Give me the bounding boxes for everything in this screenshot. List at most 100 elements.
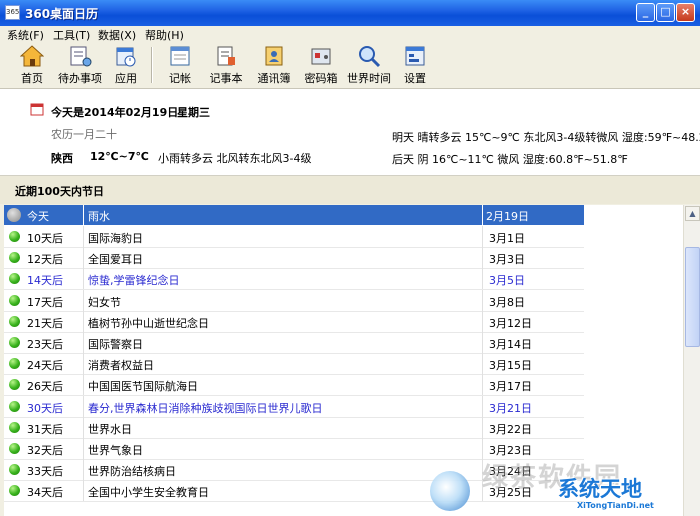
title-bar[interactable]: 365 360桌面日历 _ □ ×	[0, 0, 700, 26]
toolbar-separator	[151, 47, 153, 83]
toolbar-notepad-button[interactable]: 记事本	[208, 44, 244, 86]
column-divider	[83, 459, 84, 481]
column-divider	[83, 226, 84, 247]
toolbar-ledger-button[interactable]: 记帐	[166, 44, 194, 86]
toolbar-todo-label: 待办事项	[58, 72, 102, 85]
toolbar-contacts-label: 通讯簿	[257, 72, 291, 85]
scroll-thumb[interactable]	[685, 247, 700, 347]
row-holiday-name: 消费者权益日	[88, 359, 154, 373]
toolbar-apps-button[interactable]: 应用	[112, 44, 140, 86]
column-divider	[83, 353, 84, 375]
column-divider	[83, 247, 84, 269]
watermark-url: XiTongTianDi.net	[577, 501, 654, 510]
toolbar-world-time-button[interactable]: 世界时间	[347, 44, 391, 86]
column-divider	[482, 374, 483, 396]
row-holiday-name: 全国中小学生安全教育日	[88, 486, 209, 500]
scroll-up-button[interactable]: ▲	[685, 206, 700, 221]
table-row[interactable]: 31天后 世界水日 3月22日	[4, 416, 584, 439]
window-title: 360桌面日历	[25, 7, 99, 21]
row-holiday-name: 春分,世界森林日消除种族歧视国际日世界儿歌日	[88, 401, 323, 415]
status-dot-icon	[9, 485, 20, 497]
toolbar-settings-button[interactable]: 设置	[401, 44, 429, 86]
menu-tools[interactable]: 工具(T)	[53, 27, 90, 43]
status-dot-icon	[9, 464, 20, 476]
calendar-icon	[30, 102, 44, 119]
toolbar-home-button[interactable]: 首页	[14, 44, 50, 86]
toolbar-contacts-button[interactable]: 通讯簿	[256, 44, 292, 86]
row-holiday-name: 国际海豹日	[88, 232, 143, 245]
list-selected-row[interactable]: 今天 雨水 2月19日	[4, 205, 584, 225]
today-marker-icon	[7, 208, 21, 222]
list-header-date: 2月19日	[486, 210, 529, 223]
maximize-button[interactable]: □	[656, 3, 675, 22]
status-dot-icon	[9, 294, 20, 306]
scroll-up-icon: ▲	[689, 209, 696, 218]
row-date: 3月3日	[489, 253, 525, 267]
column-divider	[482, 247, 483, 269]
status-dot-icon	[9, 252, 20, 264]
world-time-icon	[357, 44, 381, 68]
row-days: 24天后	[27, 359, 63, 373]
today-info-panel: 今天是2014年02月19日 星期三 农历一月二十 陕西 12℃~7℃ 小雨转多…	[0, 89, 700, 176]
table-row[interactable]: 26天后 中国国医节国际航海日 3月17日	[4, 374, 584, 397]
menu-help[interactable]: 帮助(H)	[145, 27, 184, 43]
row-date: 3月21日	[489, 401, 532, 415]
close-button[interactable]: ×	[676, 3, 695, 22]
row-days: 17天后	[27, 295, 63, 309]
row-days: 33天后	[27, 465, 63, 479]
row-date: 3月5日	[489, 274, 525, 288]
table-row[interactable]: 14天后 惊蛰,学雷锋纪念日 3月5日	[4, 268, 584, 291]
toolbar-notepad-label: 记事本	[209, 72, 243, 85]
contacts-icon	[262, 44, 286, 68]
status-dot-icon	[9, 379, 20, 391]
section-header: 近期100天内节日	[0, 176, 700, 204]
table-row[interactable]: 17天后 妇女节 3月8日	[4, 289, 584, 312]
minimize-icon: _	[642, 5, 649, 18]
toolbar-todo-button[interactable]: 待办事项	[58, 44, 102, 86]
status-dot-icon	[9, 443, 20, 454]
column-divider	[482, 416, 483, 438]
app-window: 365 360桌面日历 _ □ × 系统(F) 工具(T) 数据(X) 帮助(H…	[0, 0, 700, 516]
password-box-icon	[309, 44, 333, 68]
status-dot-icon	[9, 421, 20, 433]
row-days: 23天后	[27, 338, 63, 351]
column-divider	[83, 205, 84, 225]
row-days: 34天后	[27, 486, 63, 500]
section-title: 近期100天内节日	[15, 185, 104, 198]
column-divider	[482, 226, 483, 247]
column-divider	[482, 289, 483, 311]
column-divider	[482, 353, 483, 375]
status-dot-icon	[9, 315, 20, 327]
today-date: 今天是2014年02月19日	[51, 106, 179, 119]
menu-data[interactable]: 数据(X)	[98, 27, 136, 43]
table-row[interactable]: 10天后 国际海豹日 3月1日	[4, 226, 584, 248]
ledger-icon	[168, 44, 192, 68]
status-dot-icon	[9, 400, 20, 412]
toolbar-world-time-label: 世界时间	[347, 72, 391, 85]
table-row[interactable]: 30天后 春分,世界森林日消除种族歧视国际日世界儿歌日 3月21日	[4, 395, 584, 418]
table-row[interactable]: 23天后 国际警察日 3月14日	[4, 332, 584, 354]
status-dot-icon	[9, 231, 20, 242]
row-date: 3月8日	[489, 295, 525, 309]
menu-system[interactable]: 系统(F)	[7, 27, 44, 43]
toolbar-settings-label: 设置	[404, 72, 426, 85]
minimize-button[interactable]: _	[636, 3, 655, 22]
app-icon: 365	[5, 5, 20, 20]
column-divider	[83, 374, 84, 396]
city-name[interactable]: 陕西	[51, 150, 73, 166]
table-row[interactable]: 12天后 全国爱耳日 3月3日	[4, 247, 584, 270]
row-days: 14天后	[27, 274, 63, 288]
toolbar-password-box-button[interactable]: 密码箱	[303, 44, 339, 86]
watermark: 绿茶软件园 系统天地 XiTongTianDi.net	[430, 455, 700, 516]
row-days: 10天后	[27, 232, 63, 245]
settings-icon	[403, 44, 427, 68]
row-holiday-name: 全国爱耳日	[88, 253, 143, 267]
row-holiday-name: 妇女节	[88, 295, 121, 309]
column-divider	[83, 395, 84, 417]
table-row[interactable]: 21天后 植树节孙中山逝世纪念日 3月12日	[4, 310, 584, 333]
table-row[interactable]: 24天后 消费者权益日 3月15日	[4, 353, 584, 376]
row-date: 3月14日	[489, 338, 532, 351]
status-dot-icon	[9, 273, 20, 285]
row-holiday-name: 惊蛰,学雷锋纪念日	[88, 274, 180, 288]
row-days: 21天后	[27, 316, 63, 330]
